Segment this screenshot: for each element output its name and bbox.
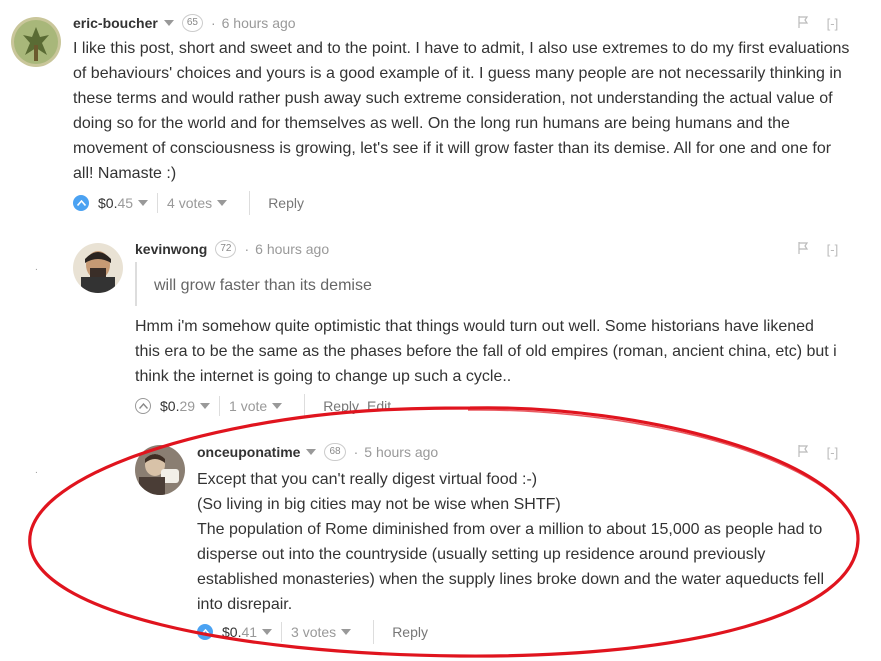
reputation-badge: 68 [324,443,346,461]
upvote-icon[interactable] [73,195,89,211]
comment-actions: [-] [798,242,838,257]
reputation-badge: 72 [215,240,237,258]
meta-separator: · [244,241,250,257]
votes-count[interactable]: 1 vote [229,398,267,414]
timestamp[interactable]: 6 hours ago [255,241,329,257]
divider [157,193,159,213]
thread-dot: . [35,262,38,273]
comment-line: movement of consciousness is growing, le… [73,140,832,157]
reply-button[interactable]: Reply [323,398,359,414]
author-link[interactable]: onceuponatime [197,444,300,460]
thread-dot: . [97,465,100,476]
comment-line: of behaviours' choices and yours is a go… [73,65,842,82]
comment-line: The population of Rome diminished from o… [197,521,823,538]
collapse-toggle[interactable]: [-] [827,242,839,257]
comment-line: Except that you can't really digest virt… [197,471,538,488]
comment-line: disperse out into the countryside (usual… [197,546,766,563]
collapse-toggle[interactable]: [-] [827,445,839,460]
comment-line: into disrepair. [197,596,293,613]
payout-value[interactable]: $0.45 [98,195,133,211]
comment-line: all! Namaste :) [73,165,177,182]
divider [304,394,306,418]
comment-footer: $0.45 4 votes Reply [73,191,304,215]
collapse-toggle[interactable]: [-] [827,16,839,31]
comment-line: (So living in big cities may not be wise… [197,496,561,513]
comment-line: doing so for the world and for themselve… [73,115,790,132]
comment-actions: [-] [798,16,838,31]
flag-icon[interactable] [798,16,813,31]
timestamp[interactable]: 5 hours ago [364,444,438,460]
comment-line: think the internet is going to change up… [135,368,512,385]
thread-dot: . [35,465,38,476]
divider [219,396,221,416]
author-link[interactable]: eric-boucher [73,15,158,31]
comment-footer: $0.41 3 votes Reply [197,620,428,644]
edit-button[interactable]: Edit [367,398,391,414]
comment-actions: [-] [798,445,838,460]
votes-dropdown-icon[interactable] [341,629,352,635]
author-link[interactable]: kevinwong [135,241,207,257]
comment-line: Hmm i'm somehow quite optimistic that th… [135,318,814,335]
comment-footer: $0.29 1 vote Reply Edit [135,394,391,418]
divider [249,191,251,215]
meta-separator: · [210,15,216,31]
upvote-icon[interactable] [135,398,151,414]
comment-body: Except that you can't really digest virt… [197,467,867,617]
comment-meta: kevinwong 72 · 6 hours ago [135,240,329,258]
payout-dropdown-icon[interactable] [138,200,149,206]
payout-value[interactable]: $0.41 [222,624,257,640]
avatar[interactable] [11,17,61,67]
quote-text: will grow faster than its demise [154,277,372,294]
meta-separator: · [353,444,359,460]
payout-value[interactable]: $0.29 [160,398,195,414]
payout-dropdown-icon[interactable] [262,629,273,635]
comment-line: this era to be the same as the phases be… [135,343,837,360]
reply-button[interactable]: Reply [268,195,304,211]
comment-body: I like this post, short and sweet and to… [73,36,863,186]
votes-count[interactable]: 4 votes [167,195,212,211]
comment-meta: eric-boucher 65 · 6 hours ago [73,14,296,32]
comment-line: these terms and would rather push away s… [73,90,833,107]
divider [281,622,283,642]
comment-body: Hmm i'm somehow quite optimistic that th… [135,314,865,389]
reply-button[interactable]: Reply [392,624,428,640]
author-dropdown-icon[interactable] [163,20,174,26]
votes-count[interactable]: 3 votes [291,624,336,640]
comment-line: established monasteries) when the supply… [197,571,825,588]
reputation-badge: 65 [181,14,203,32]
avatar[interactable] [135,445,185,495]
comment-line: I like this post, short and sweet and to… [73,40,850,57]
comment-meta: onceuponatime 68 · 5 hours ago [197,443,438,461]
avatar[interactable] [73,243,123,293]
votes-dropdown-icon[interactable] [272,403,283,409]
votes-dropdown-icon[interactable] [217,200,228,206]
blockquote: will grow faster than its demise [135,262,635,306]
author-dropdown-icon[interactable] [306,449,317,455]
divider [373,620,375,644]
flag-icon[interactable] [798,242,813,257]
upvote-icon[interactable] [197,624,213,640]
timestamp[interactable]: 6 hours ago [222,15,296,31]
payout-dropdown-icon[interactable] [200,403,211,409]
flag-icon[interactable] [798,445,813,460]
